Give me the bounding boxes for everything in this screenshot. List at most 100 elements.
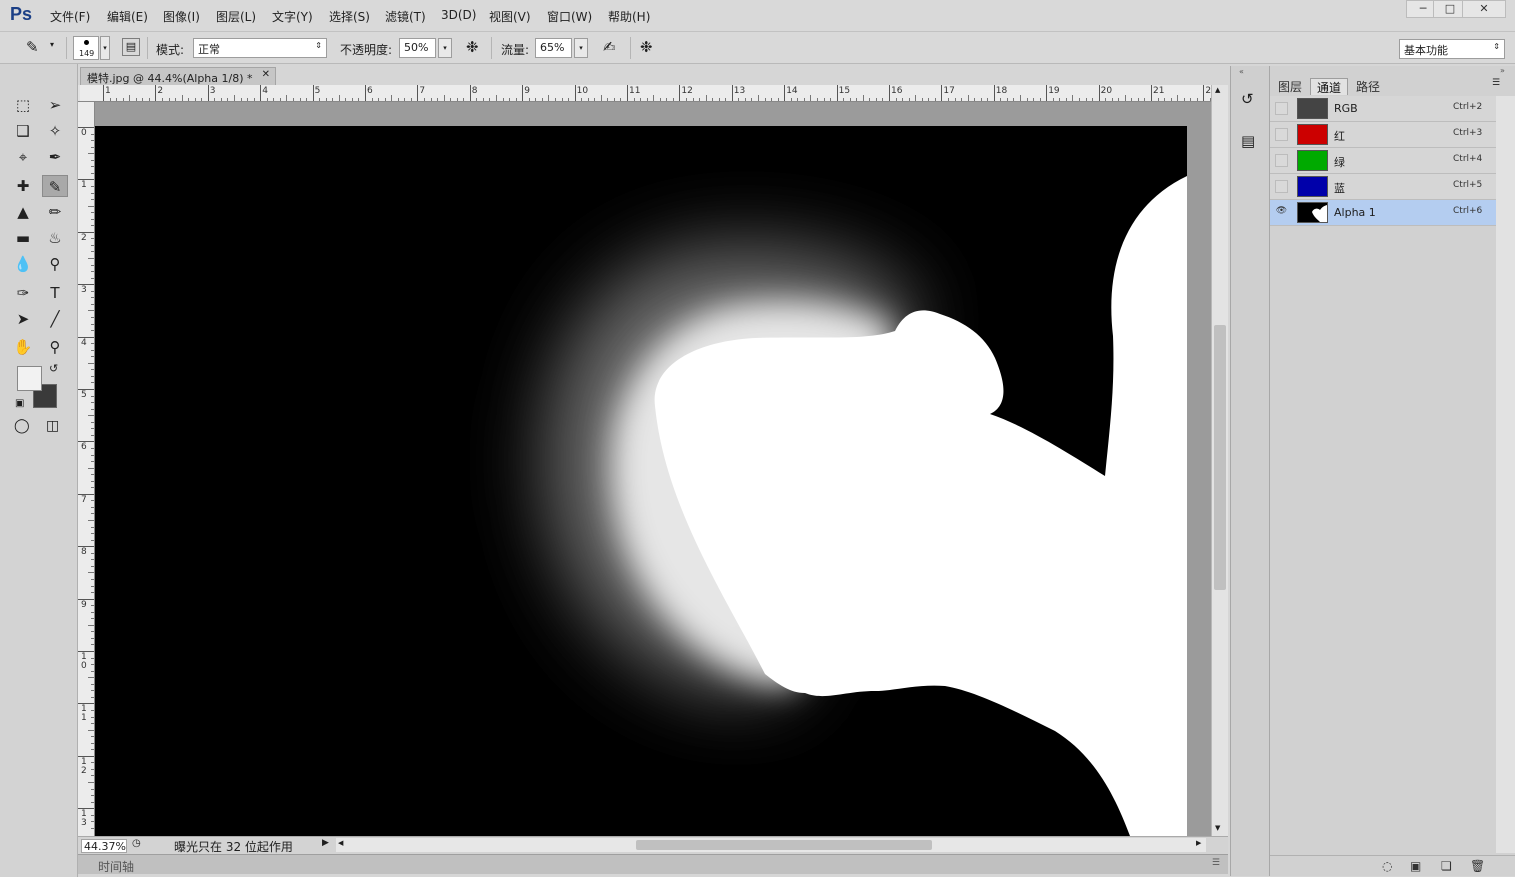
workspace-select[interactable]: 基本功能 ⇕	[1399, 39, 1505, 59]
horizontal-scrollbar[interactable]: ◀ ▶	[336, 838, 1206, 852]
timeline-panel-header[interactable]: 时间轴 ☰	[78, 854, 1228, 874]
panel-menu-icon[interactable]: ☰	[1492, 78, 1500, 88]
channel-shortcut: Ctrl+4	[1453, 154, 1483, 164]
chevron-down-icon[interactable]: ▾	[50, 40, 54, 49]
paint-bucket-icon[interactable]: ♨	[42, 227, 68, 249]
default-colors-icon[interactable]: ▣	[15, 398, 24, 409]
brush-tool-preset-icon[interactable]: ✎	[26, 38, 39, 56]
info-icon[interactable]: ◷	[132, 838, 141, 849]
tab-channels[interactable]: 通道	[1310, 78, 1349, 95]
expand-panel-icon[interactable]: »	[1500, 66, 1505, 75]
visibility-toggle[interactable]	[1275, 128, 1288, 141]
panel-scrollbar[interactable]	[1496, 96, 1515, 853]
chevron-right-icon[interactable]: ▶	[1196, 839, 1201, 847]
pressure-opacity-icon[interactable]: ❉	[466, 38, 479, 56]
panel-menu-icon[interactable]: ☰	[1212, 858, 1220, 868]
visibility-toggle[interactable]	[1275, 154, 1288, 167]
airbrush-icon[interactable]: ✍	[603, 38, 616, 56]
save-selection-icon[interactable]: ▣	[1410, 859, 1421, 873]
hand-icon[interactable]: ✋	[10, 336, 36, 358]
ruler-v-minor-tick	[91, 565, 94, 567]
channel-row-red[interactable]: 红 Ctrl+3	[1270, 122, 1496, 148]
blur-icon[interactable]: 💧	[10, 253, 36, 275]
visibility-toggle[interactable]	[1275, 102, 1288, 115]
move-icon[interactable]: ➢	[42, 94, 68, 116]
menu-layer[interactable]: 图层(L)	[216, 8, 256, 25]
channel-row-rgb[interactable]: RGB Ctrl+2	[1270, 96, 1496, 122]
menu-select[interactable]: 选择(S)	[329, 8, 370, 25]
chevron-down-icon[interactable]: ▾	[438, 38, 452, 58]
menu-3d[interactable]: 3D(D)	[441, 8, 476, 22]
properties-panel-icon[interactable]: ▤	[1241, 132, 1255, 150]
history-panel-icon[interactable]: ↺	[1241, 90, 1254, 108]
brush-panel-toggle-icon[interactable]: ▤	[122, 38, 140, 56]
chevron-down-icon[interactable]: ▾	[574, 38, 588, 58]
quick-selection-icon[interactable]: ✧	[42, 120, 68, 142]
foreground-color-swatch[interactable]	[17, 366, 42, 391]
close-icon[interactable]: ✕	[262, 69, 270, 80]
channel-row-alpha-1[interactable]: 👁 Alpha 1 Ctrl+6	[1270, 200, 1496, 226]
rectangular-marquee-icon[interactable]: ⬚	[10, 94, 36, 116]
ruler-h-minor-tick	[764, 98, 766, 101]
channel-row-blue[interactable]: 蓝 Ctrl+5	[1270, 174, 1496, 200]
clone-stamp-icon[interactable]: ▲	[10, 201, 36, 223]
zoom-icon[interactable]: ⚲	[42, 336, 68, 358]
zoom-level-input[interactable]: 44.37%	[81, 839, 127, 853]
path-selection-icon[interactable]: ➤	[10, 308, 36, 330]
ruler-v-minor-tick	[91, 244, 94, 246]
history-brush-icon[interactable]: ✏	[42, 201, 68, 223]
pressure-size-icon[interactable]: ❉	[640, 38, 653, 56]
line-icon[interactable]: ╱	[42, 308, 68, 330]
menu-window[interactable]: 窗口(W)	[547, 8, 592, 25]
chevron-left-icon[interactable]: ◀	[338, 839, 343, 847]
crop-icon[interactable]: ⌖	[10, 146, 36, 168]
swap-colors-icon[interactable]: ↺	[49, 362, 58, 375]
tab-layers[interactable]: 图层	[1272, 78, 1308, 95]
opacity-input[interactable]: 50%	[399, 38, 436, 58]
menu-edit[interactable]: 编辑(E)	[107, 8, 148, 25]
menu-file[interactable]: 文件(F)	[50, 8, 90, 25]
status-menu-arrow-icon[interactable]: ▶	[322, 838, 329, 848]
ruler-h-label: 6	[367, 86, 373, 96]
healing-brush-icon[interactable]: ✚	[10, 175, 36, 197]
dodge-icon[interactable]: ⚲	[42, 253, 68, 275]
collapse-dock-icon[interactable]: «	[1239, 67, 1244, 76]
vertical-ruler[interactable]: 012345678910111213	[78, 102, 95, 836]
chevron-up-icon[interactable]: ▲	[1215, 86, 1220, 94]
flow-input[interactable]: 65%	[535, 38, 572, 58]
vertical-scrollbar[interactable]: ▲ ▼	[1211, 85, 1228, 836]
ruler-h-minor-tick	[830, 98, 832, 101]
eyedropper-icon[interactable]: ✒	[42, 146, 68, 168]
chevron-down-icon[interactable]: ▾	[100, 36, 110, 60]
lasso-icon[interactable]: ❑	[10, 120, 36, 142]
type-icon[interactable]: T	[42, 282, 68, 304]
brush-size-picker[interactable]: 149	[73, 36, 99, 60]
close-icon[interactable]: ✕	[1462, 0, 1506, 18]
horizontal-ruler[interactable]: 1 2 3 4 5 6 7 8 9 10 11 12 13 14 15 16 17 18 19 20 21 2	[80, 85, 1215, 102]
brush-icon[interactable]: ✎	[42, 175, 68, 197]
new-channel-icon[interactable]: ❏	[1441, 859, 1452, 873]
ruler-v-tick	[78, 755, 94, 757]
eye-icon[interactable]: 👁	[1275, 206, 1288, 219]
ruler-h-minor-tick	[712, 98, 714, 101]
menu-type[interactable]: 文字(Y)	[272, 8, 313, 25]
menu-view[interactable]: 视图(V)	[489, 8, 531, 25]
pen-icon[interactable]: ✑	[10, 282, 36, 304]
screen-mode-icon[interactable]: ◫	[46, 418, 59, 434]
eraser-icon[interactable]: ▬	[10, 227, 36, 249]
tab-paths[interactable]: 路径	[1350, 78, 1386, 95]
canvas-alpha-channel[interactable]	[95, 126, 1187, 836]
document-tab[interactable]: 模特.jpg @ 44.4%(Alpha 1/8) * ✕	[80, 67, 276, 85]
menu-filter[interactable]: 滤镜(T)	[385, 8, 426, 25]
mode-select[interactable]: 正常 ⇕	[193, 38, 327, 58]
vertical-scroll-thumb[interactable]	[1214, 325, 1226, 590]
load-selection-icon[interactable]: ◌	[1382, 859, 1392, 873]
menu-image[interactable]: 图像(I)	[163, 8, 200, 25]
channel-row-green[interactable]: 绿 Ctrl+4	[1270, 148, 1496, 174]
visibility-toggle[interactable]	[1275, 180, 1288, 193]
quick-mask-icon[interactable]: ◯	[14, 418, 30, 434]
horizontal-scroll-thumb[interactable]	[636, 840, 932, 850]
chevron-down-icon[interactable]: ▼	[1215, 824, 1220, 832]
delete-channel-icon[interactable]: 🗑	[1470, 859, 1485, 873]
menu-help[interactable]: 帮助(H)	[608, 8, 650, 25]
